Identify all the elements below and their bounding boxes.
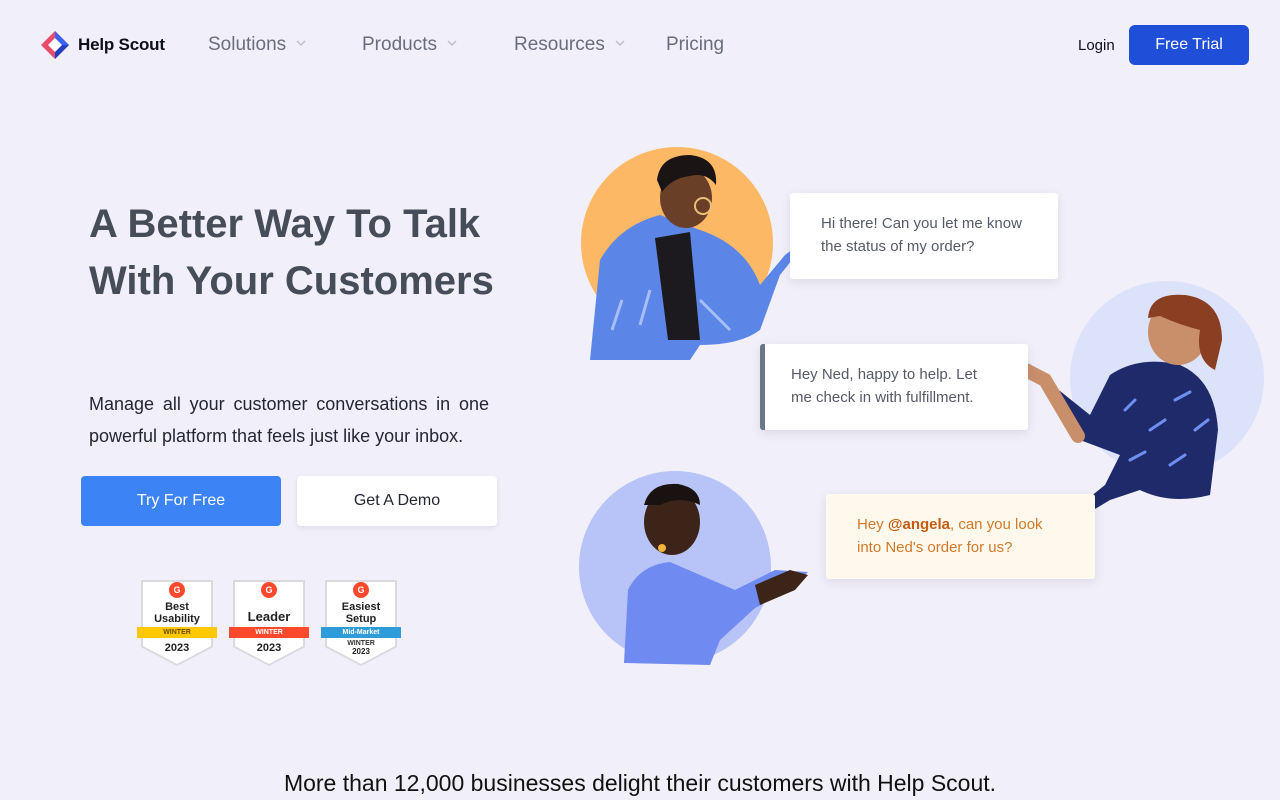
social-proof-tagline: More than 12,000 businesses delight thei… [283,770,997,796]
g2-logo-icon: G [261,582,277,598]
badge-ribbon: WINTER [229,627,309,638]
badge-year: 2023 [256,642,282,654]
badge-title: Leader [247,609,291,624]
badge-title: Easiest Setup [341,601,381,625]
help-scout-logo-icon [40,30,70,60]
badge-year: 2023 [352,647,370,656]
person-ned-illustration [590,155,805,360]
get-a-demo-button[interactable]: Get A Demo [297,476,497,526]
nav-products[interactable]: Products [362,34,457,56]
g2-logo-icon: G [353,582,369,598]
chat-bubble-internal-note: Hey @angela, can you look into Ned's ord… [826,494,1095,579]
nav-products-label: Products [362,34,437,55]
g2-badge-best-usability: G Best Usability WINTER 2023 [137,580,217,666]
mention-tag: @angela [887,516,950,533]
nav-pricing[interactable]: Pricing [666,34,724,56]
chevron-down-icon [615,38,625,48]
badge-season: WINTER [347,640,375,647]
person-support-agent-illustration [624,483,808,665]
login-link[interactable]: Login [1078,37,1115,54]
g2-logo-icon: G [169,582,185,598]
chat-bubble-customer: Hi there! Can you let me know the status… [790,193,1058,279]
nav-resources-label: Resources [514,34,605,55]
brand-logo[interactable]: Help Scout [40,30,165,60]
hero-title: A Better Way To Talk With Your Customers [89,202,494,303]
try-for-free-button[interactable]: Try For Free [81,476,281,526]
light-blue-circle [1070,281,1264,475]
orange-circle [581,147,773,339]
g2-badge-easiest-setup: G Easiest Setup Mid-Market WINTER 2023 [321,580,401,666]
nav-solutions-label: Solutions [208,34,287,55]
hero-subtitle: Manage all your customer conversations i… [89,394,489,446]
chat-message-1: Hi there! Can you let me know the status… [821,215,1022,255]
badge-ribbon: WINTER [137,627,217,638]
chat-message-2: Hey Ned, happy to help. Let me check in … [791,366,977,406]
badge-title: Best Usability [154,601,200,625]
chevron-down-icon [296,38,306,48]
nav-resources[interactable]: Resources [514,34,625,56]
badge-ribbon: Mid-Market [321,627,401,638]
g2-badge-leader: G Leader WINTER 2023 [229,580,309,666]
top-navigation: Help Scout Solutions Products Resources … [0,0,1280,90]
brand-name: Help Scout [78,35,165,54]
person-angela-illustration [1011,294,1222,515]
nav-solutions[interactable]: Solutions [208,34,306,56]
chat-message-3-prefix: Hey [857,516,888,533]
free-trial-button[interactable]: Free Trial [1129,25,1249,65]
chevron-down-icon [447,38,457,48]
nav-pricing-label: Pricing [666,34,725,55]
blue-circle [579,471,771,663]
badge-year: 2023 [164,642,190,654]
chat-bubble-agent-reply: Hey Ned, happy to help. Let me check in … [760,344,1028,430]
